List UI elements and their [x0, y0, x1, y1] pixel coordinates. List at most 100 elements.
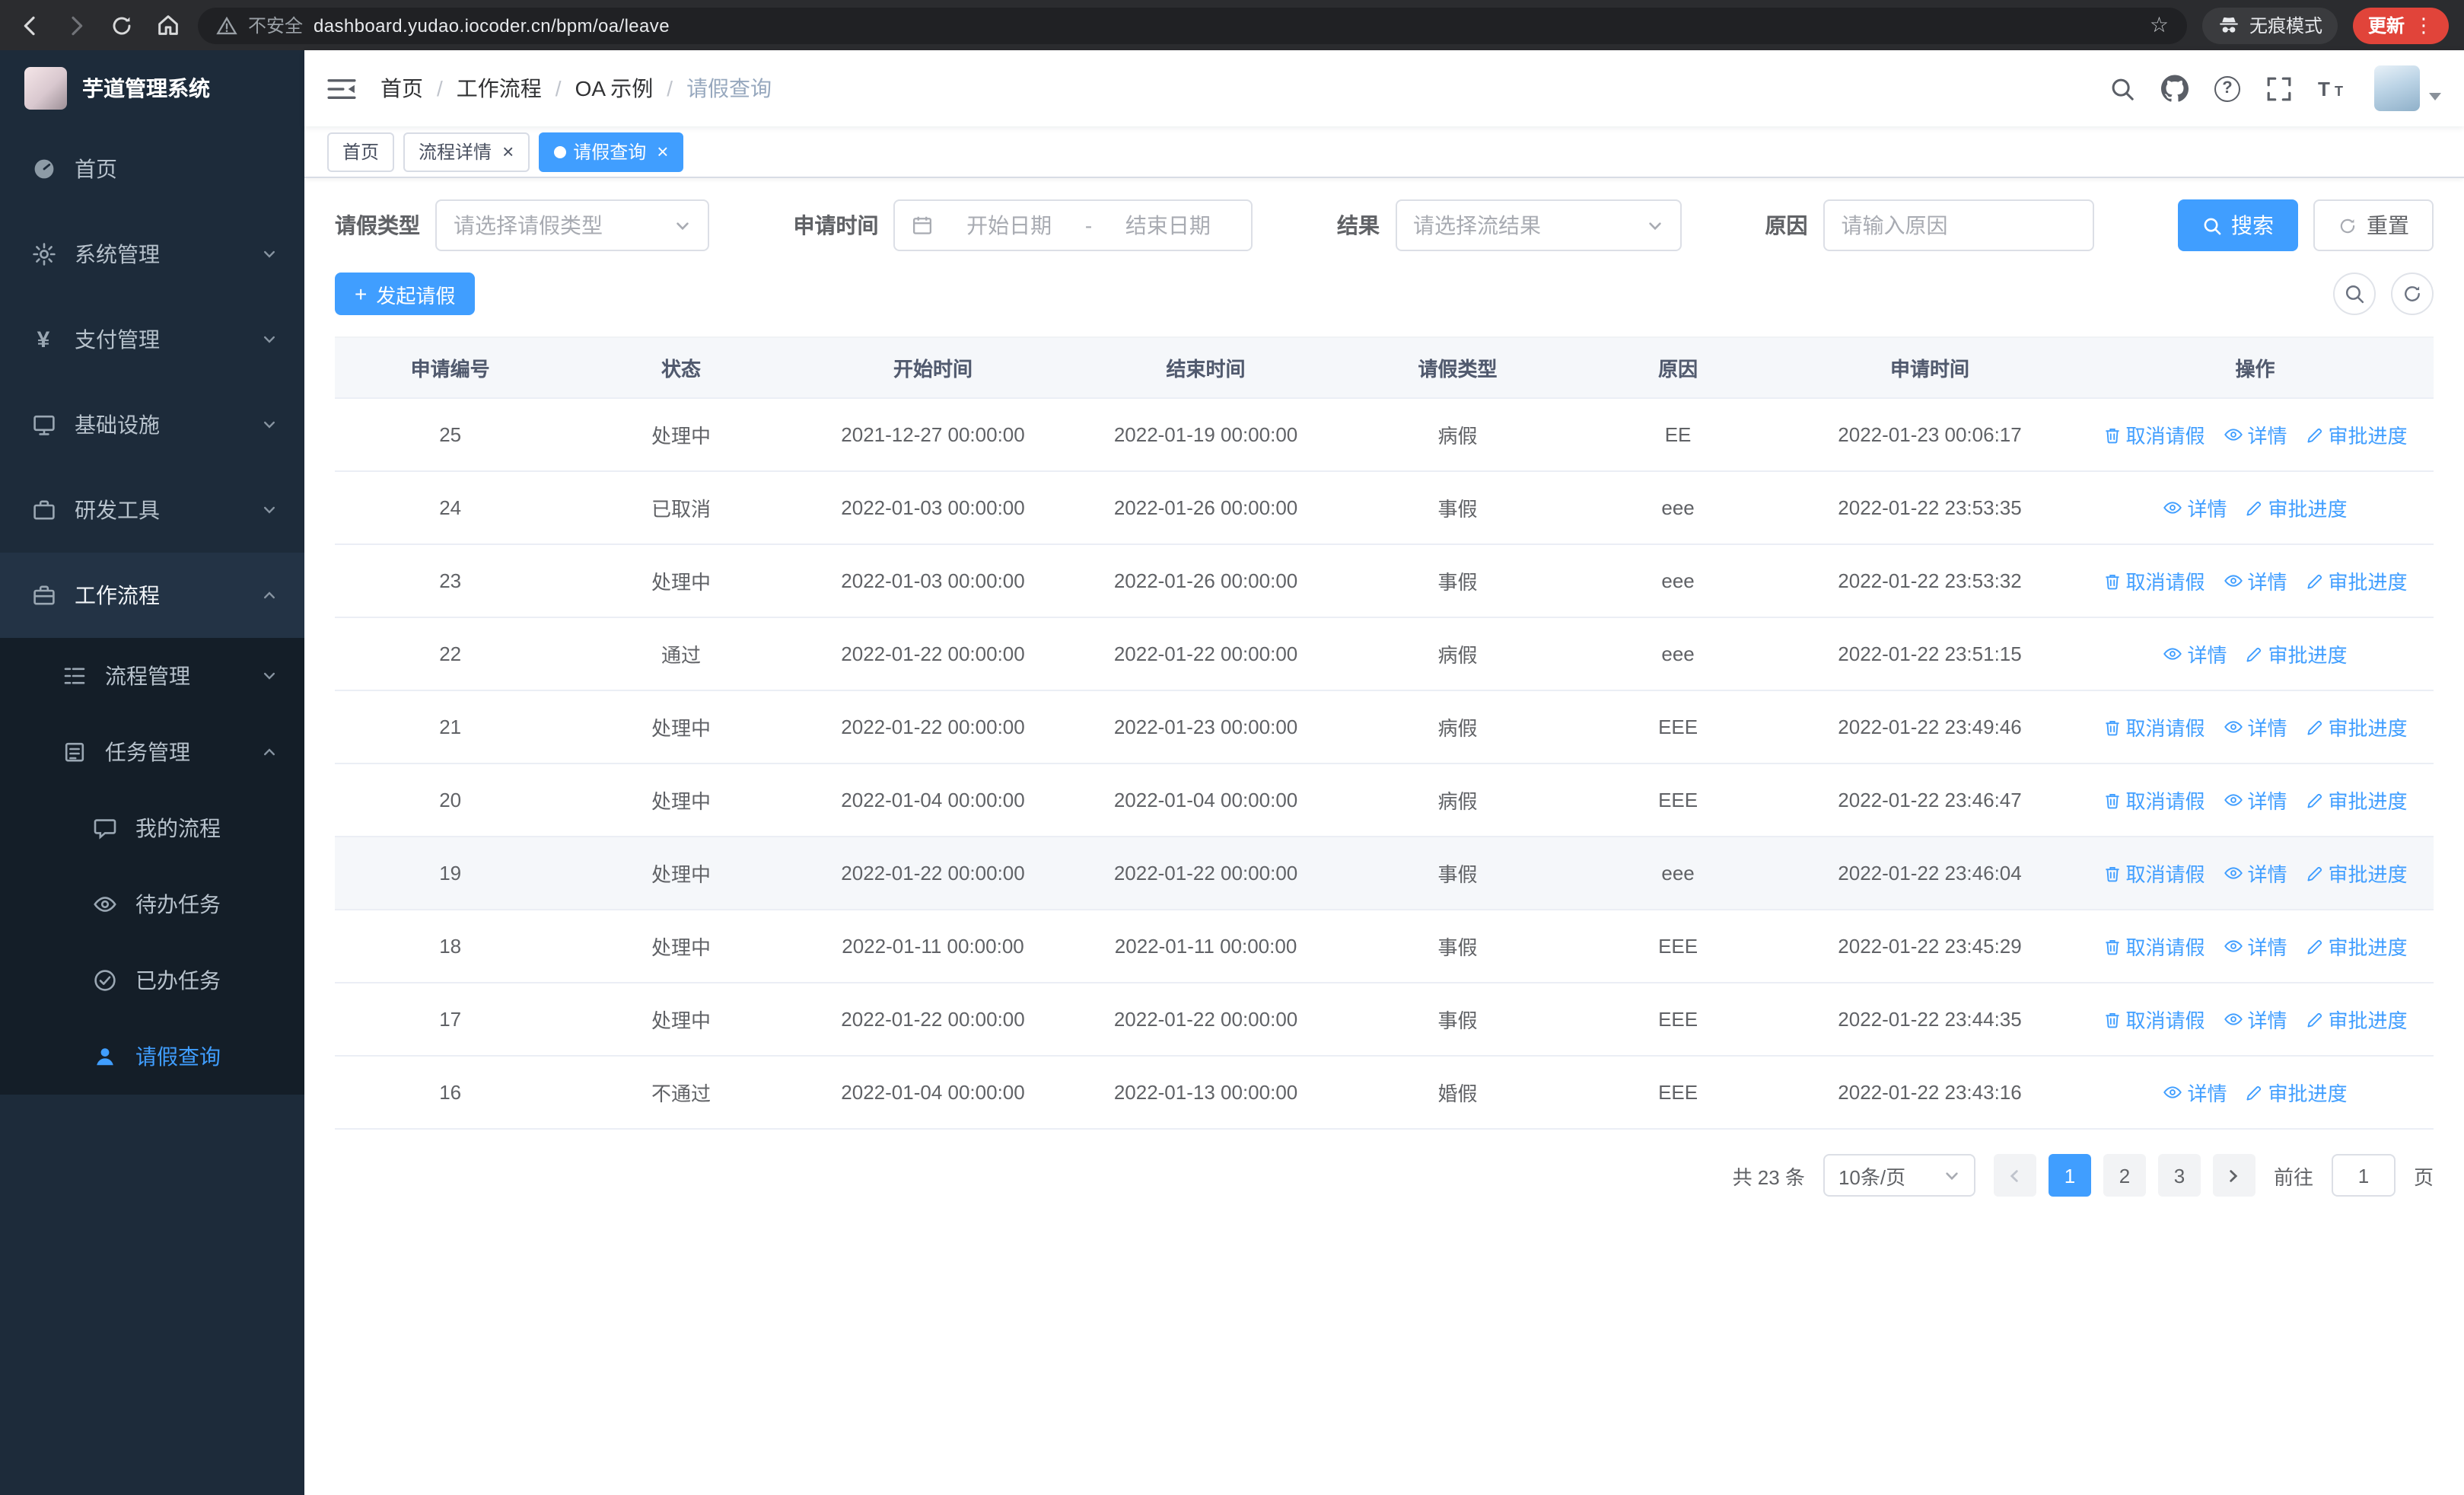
bookmark-star-icon[interactable]: ☆ — [2150, 12, 2169, 38]
reload-icon[interactable] — [107, 10, 137, 40]
action-label: 审批进度 — [2328, 790, 2408, 814]
start-time: 2022-01-04 00:00:00 — [796, 1056, 1070, 1130]
detail-action-link[interactable]: 详情 — [2224, 420, 2287, 449]
tab-home[interactable]: 首页 — [327, 132, 395, 171]
leave-type-select[interactable]: 请选择请假类型 — [435, 199, 709, 251]
sidebar-item-my-process[interactable]: 我的流程 — [0, 790, 304, 866]
sidebar-item-system[interactable]: 系统管理 — [0, 212, 304, 297]
view-icon — [2224, 863, 2243, 883]
progress-action-link[interactable]: 审批进度 — [2246, 494, 2348, 523]
progress-action-link[interactable]: 审批进度 — [2306, 421, 2408, 450]
address-bar[interactable]: 不安全 dashboard.yudao.iocoder.cn/bpm/oa/le… — [198, 7, 2187, 43]
fullscreen-icon[interactable] — [2266, 75, 2292, 101]
font-size-icon[interactable]: TT — [2318, 76, 2348, 100]
request-id: 21 — [335, 690, 566, 764]
progress-action-link[interactable]: 审批进度 — [2306, 786, 2408, 815]
cancel-action-link[interactable]: 取消请假 — [2103, 786, 2205, 815]
apply-time-range-picker[interactable]: 开始日期 - 结束日期 — [893, 199, 1253, 251]
help-icon[interactable]: ? — [2214, 75, 2240, 101]
sidebar-item-label: 流程管理 — [105, 664, 190, 688]
github-icon[interactable] — [2161, 75, 2189, 102]
prev-page-button[interactable] — [1993, 1154, 2036, 1197]
goto-page-input[interactable] — [2331, 1154, 2396, 1197]
close-icon[interactable]: × — [657, 142, 668, 161]
sidebar-item-process-management[interactable]: 流程管理 — [0, 638, 304, 714]
detail-action-link[interactable]: 详情 — [2224, 786, 2287, 814]
progress-action-link[interactable]: 审批进度 — [2306, 1006, 2408, 1034]
progress-action-link[interactable]: 审批进度 — [2306, 859, 2408, 888]
progress-action-link[interactable]: 审批进度 — [2306, 713, 2408, 742]
tab-leave-query[interactable]: 请假查询 × — [538, 132, 684, 171]
sidebar-item-infrastructure[interactable]: 基础设施 — [0, 382, 304, 467]
col-reason: 原因 — [1573, 336, 1783, 399]
breadcrumb-workflow[interactable]: 工作流程 — [457, 73, 542, 104]
end-date-placeholder: 结束日期 — [1125, 213, 1211, 237]
refresh-table-icon[interactable] — [2391, 273, 2434, 315]
close-icon[interactable]: × — [502, 142, 514, 161]
sidebar-item-payment[interactable]: ¥ 支付管理 — [0, 297, 304, 382]
breadcrumb-home[interactable]: 首页 — [380, 73, 423, 104]
page-button-3[interactable]: 3 — [2157, 1154, 2201, 1197]
progress-action-link[interactable]: 审批进度 — [2306, 932, 2408, 961]
search-icon[interactable] — [2109, 75, 2135, 101]
check-circle-icon — [91, 967, 117, 993]
reset-button[interactable]: 重置 — [2313, 199, 2434, 251]
breadcrumb-oa-example[interactable]: OA 示例 — [575, 73, 654, 104]
delete-icon — [2103, 1011, 2121, 1029]
cancel-action-link[interactable]: 取消请假 — [2103, 1006, 2205, 1034]
page-button-1[interactable]: 1 — [2048, 1154, 2091, 1197]
tab-process-detail[interactable]: 流程详情 × — [403, 132, 530, 171]
back-icon[interactable] — [15, 10, 46, 40]
progress-action-link[interactable]: 审批进度 — [2246, 640, 2348, 669]
actions-cell: 取消请假 详情 审批进度 — [2077, 763, 2434, 837]
sidebar-item-label: 任务管理 — [105, 740, 190, 764]
next-page-button[interactable] — [2212, 1154, 2255, 1197]
delete-icon — [2103, 865, 2121, 883]
sidebar-item-home[interactable]: 首页 — [0, 126, 304, 212]
action-label: 取消请假 — [2125, 790, 2205, 814]
collapse-sidebar-icon[interactable] — [327, 77, 356, 100]
detail-action-link[interactable]: 详情 — [2224, 712, 2287, 741]
cancel-action-link[interactable]: 取消请假 — [2103, 567, 2205, 596]
update-label: 更新 — [2367, 15, 2405, 37]
reason-input[interactable] — [1841, 213, 2076, 237]
user-menu[interactable] — [2374, 65, 2441, 111]
logo-image — [24, 67, 67, 110]
chrome-update-button[interactable]: 更新 ⋮ — [2352, 7, 2449, 43]
sidebar-item-pending-tasks[interactable]: 待办任务 — [0, 866, 304, 942]
result-select[interactable]: 请选择流结果 — [1395, 199, 1681, 251]
sidebar-item-leave-query[interactable]: 请假查询 — [0, 1018, 304, 1095]
progress-action-link[interactable]: 审批进度 — [2246, 1079, 2348, 1108]
detail-action-link[interactable]: 详情 — [2224, 566, 2287, 595]
actions-cell: 取消请假 详情 审批进度 — [2077, 690, 2434, 764]
detail-action-link[interactable]: 详情 — [2163, 493, 2227, 522]
detail-action-link[interactable]: 详情 — [2163, 1078, 2227, 1107]
detail-action-link[interactable]: 详情 — [2224, 859, 2287, 888]
app-logo[interactable]: 芋道管理系统 — [0, 50, 304, 126]
detail-action-link[interactable]: 详情 — [2224, 932, 2287, 961]
sidebar-item-workflow[interactable]: 工作流程 — [0, 553, 304, 638]
cancel-action-link[interactable]: 取消请假 — [2103, 713, 2205, 742]
chevron-down-icon — [262, 247, 277, 262]
browser-menu-icon[interactable]: ⋮ — [2414, 13, 2434, 37]
reason-text: EEE — [1573, 690, 1783, 764]
col-leave-type: 请假类型 — [1342, 336, 1574, 399]
select-placeholder: 请选择流结果 — [1413, 213, 1541, 237]
sidebar-item-done-tasks[interactable]: 已办任务 — [0, 942, 304, 1018]
create-leave-button[interactable]: + 发起请假 — [335, 273, 476, 315]
page-button-2[interactable]: 2 — [2103, 1154, 2146, 1197]
page-size-select[interactable]: 10条/页 — [1823, 1154, 1975, 1197]
progress-action-link[interactable]: 审批进度 — [2306, 567, 2408, 596]
sidebar-item-task-management[interactable]: 任务管理 — [0, 714, 304, 790]
cancel-action-link[interactable]: 取消请假 — [2103, 932, 2205, 961]
home-icon[interactable] — [152, 10, 183, 40]
sidebar-item-dev-tools[interactable]: 研发工具 — [0, 467, 304, 553]
yen-icon: ¥ — [37, 327, 50, 352]
search-button[interactable]: 搜索 — [2178, 199, 2298, 251]
cancel-action-link[interactable]: 取消请假 — [2103, 421, 2205, 450]
detail-action-link[interactable]: 详情 — [2163, 639, 2227, 668]
detail-action-link[interactable]: 详情 — [2224, 1005, 2287, 1034]
cancel-action-link[interactable]: 取消请假 — [2103, 859, 2205, 888]
forward-icon[interactable] — [61, 10, 91, 40]
toggle-search-icon[interactable] — [2333, 273, 2376, 315]
